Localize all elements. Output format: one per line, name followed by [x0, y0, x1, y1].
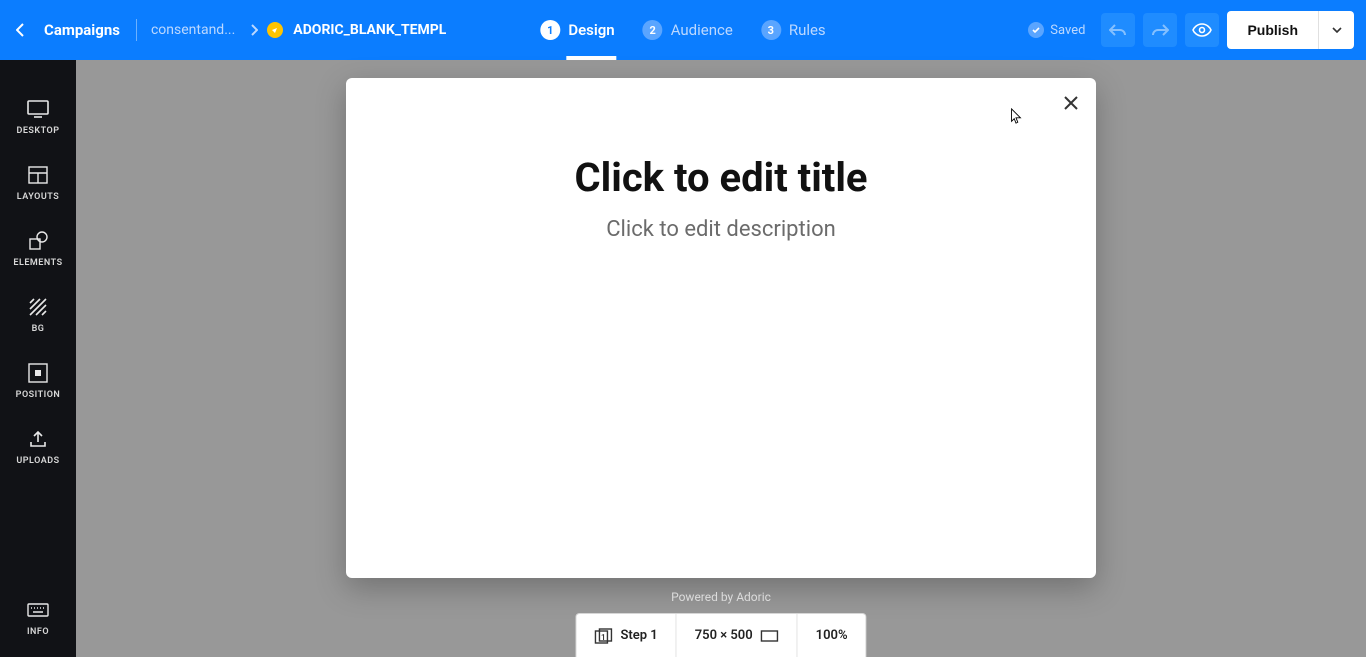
sidebar-item-label: BG: [32, 324, 45, 334]
publish-dropdown[interactable]: [1318, 11, 1354, 49]
popup-title[interactable]: Click to edit title: [346, 154, 1096, 201]
sidebar-item-uploads[interactable]: UPLOADS: [0, 414, 76, 480]
svg-text:1: 1: [601, 633, 606, 642]
redo-button[interactable]: [1143, 13, 1177, 47]
step-rules[interactable]: 3 Rules: [761, 0, 826, 60]
popup-canvas[interactable]: Click to edit title Click to edit descri…: [346, 78, 1096, 578]
upload-icon: [27, 428, 49, 450]
status-dot-icon: [267, 22, 283, 38]
sidebar-item-label: ELEMENTS: [13, 258, 62, 268]
step-number: 2: [643, 20, 663, 40]
sidebar: DESKTOP LAYOUTS ELEMENTS BG POSITION UPL…: [0, 60, 76, 657]
breadcrumb: Campaigns consentand... ADORIC_BLANK_TEM…: [8, 18, 446, 42]
zoom-value: 100%: [816, 628, 848, 643]
saved-indicator: Saved: [1028, 22, 1085, 38]
zoom-display[interactable]: 100%: [798, 614, 866, 657]
step-number: 1: [540, 20, 560, 40]
redo-icon: [1151, 23, 1169, 37]
topbar: Campaigns consentand... ADORIC_BLANK_TEM…: [0, 0, 1366, 60]
close-icon: [1064, 96, 1078, 110]
aspect-icon: [761, 627, 779, 645]
sidebar-item-label: LAYOUTS: [17, 192, 59, 202]
step-label: Rules: [789, 21, 826, 39]
sidebar-item-label: INFO: [27, 627, 49, 637]
check-circle-icon: [1028, 22, 1044, 38]
background-icon: [27, 296, 49, 318]
sidebar-item-position[interactable]: POSITION: [0, 348, 76, 414]
popup-description[interactable]: Click to edit description: [346, 217, 1096, 242]
position-icon: [27, 362, 49, 384]
dimensions-value: 750 × 500: [695, 628, 753, 643]
publish-group: Publish: [1227, 11, 1354, 49]
close-button[interactable]: [1060, 92, 1082, 114]
saved-label: Saved: [1050, 23, 1085, 38]
step-label: Step 1: [620, 628, 657, 643]
sidebar-item-bg[interactable]: BG: [0, 282, 76, 348]
divider: [136, 19, 137, 41]
chevron-down-icon: [1332, 27, 1342, 33]
dimensions-display[interactable]: 750 × 500: [677, 614, 798, 657]
campaigns-link[interactable]: Campaigns: [36, 21, 128, 39]
sidebar-item-label: DESKTOP: [16, 126, 59, 136]
template-name[interactable]: ADORIC_BLANK_TEMPL: [293, 22, 446, 38]
step-number: 3: [761, 20, 781, 40]
chevron-left-icon: [16, 23, 24, 37]
canvas-area[interactable]: Click to edit title Click to edit descri…: [76, 60, 1366, 657]
powered-by-label: Powered by Adoric: [671, 590, 771, 604]
cursor-pointer-icon: [1008, 108, 1024, 124]
step-design[interactable]: 1 Design: [540, 0, 614, 60]
sidebar-item-elements[interactable]: ELEMENTS: [0, 216, 76, 282]
step-label: Design: [568, 21, 614, 39]
topbar-actions: Saved Publish: [1028, 11, 1354, 49]
keyboard-icon: [27, 599, 49, 621]
sidebar-item-label: UPLOADS: [16, 456, 59, 466]
back-button[interactable]: [8, 18, 32, 42]
eye-icon: [1192, 23, 1212, 37]
steps-icon: 1: [594, 627, 612, 645]
sidebar-item-layouts[interactable]: LAYOUTS: [0, 150, 76, 216]
undo-icon: [1109, 23, 1127, 37]
sidebar-item-label: POSITION: [16, 390, 61, 400]
publish-button[interactable]: Publish: [1227, 11, 1318, 49]
undo-button[interactable]: [1101, 13, 1135, 47]
chevron-right-icon: [245, 24, 263, 36]
step-label: Audience: [671, 21, 733, 39]
step-selector[interactable]: 1 Step 1: [576, 614, 676, 657]
step-audience[interactable]: 2 Audience: [643, 0, 733, 60]
sidebar-item-desktop[interactable]: DESKTOP: [0, 84, 76, 150]
preview-button[interactable]: [1185, 13, 1219, 47]
bottom-bar: 1 Step 1 750 × 500 100%: [575, 613, 866, 657]
elements-icon: [27, 230, 49, 252]
sidebar-item-info[interactable]: INFO: [0, 585, 76, 657]
wizard-steps: 1 Design 2 Audience 3 Rules: [540, 0, 825, 60]
site-name-link[interactable]: consentand...: [145, 22, 241, 38]
layouts-icon: [27, 164, 49, 186]
desktop-icon: [27, 98, 49, 120]
